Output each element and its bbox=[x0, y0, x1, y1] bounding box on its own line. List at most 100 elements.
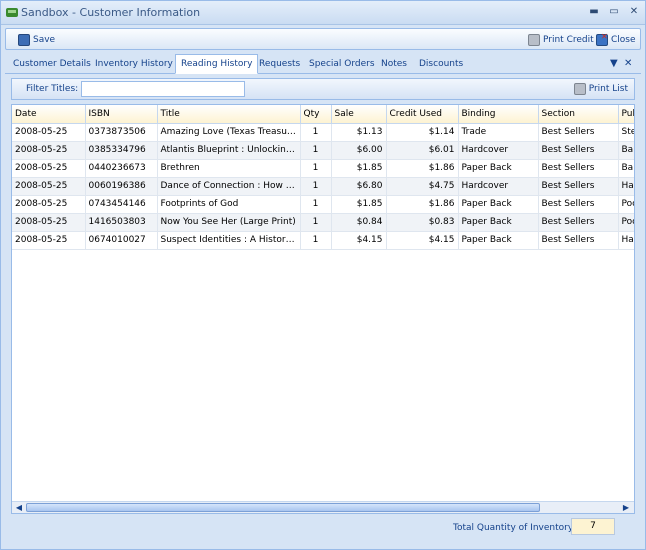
cell-qty: 1 bbox=[300, 195, 332, 214]
app-icon bbox=[6, 8, 18, 17]
print-list-label: Print List bbox=[588, 84, 628, 94]
cell-title: Dance of Connection : How to ... bbox=[157, 177, 301, 196]
cell-credit-used: $1.14 bbox=[386, 123, 459, 142]
table-row[interactable]: 2008-05-25 1416503803 Now You See Her (L… bbox=[12, 213, 634, 232]
cell-date: 2008-05-25 bbox=[12, 195, 86, 214]
cell-publisher: Bar bbox=[618, 141, 634, 160]
cell-credit-used: $6.01 bbox=[386, 141, 459, 160]
cell-credit-used: $0.83 bbox=[386, 213, 459, 232]
cell-isbn: 1416503803 bbox=[85, 213, 158, 232]
save-label: Save bbox=[33, 35, 56, 45]
cell-section: Best Sellers bbox=[538, 231, 619, 250]
print-credit-button[interactable]: Print Credit bbox=[528, 32, 594, 48]
cell-sale: $1.85 bbox=[331, 195, 387, 214]
printer-icon bbox=[573, 83, 586, 95]
tab-special-orders[interactable]: Special Orders bbox=[304, 56, 380, 74]
cell-section: Best Sellers bbox=[538, 159, 619, 178]
column-header-publisher[interactable]: Pub bbox=[618, 105, 634, 124]
customer-information-window: Sandbox - Customer Information ▬ ▭ ✕ Sav… bbox=[0, 0, 646, 550]
column-header-qty[interactable]: Qty bbox=[300, 105, 332, 124]
scroll-left-icon[interactable]: ◀ bbox=[13, 502, 25, 513]
tab-close-icon[interactable]: ✕ bbox=[624, 58, 632, 69]
column-header-title[interactable]: Title bbox=[157, 105, 301, 124]
cell-publisher: Ha bbox=[618, 177, 634, 196]
close-button[interactable]: Close bbox=[596, 32, 636, 48]
tab-customer-details[interactable]: Customer Details bbox=[8, 56, 96, 74]
cell-sale: $1.13 bbox=[331, 123, 387, 142]
cell-section: Best Sellers bbox=[538, 177, 619, 196]
cell-section: Best Sellers bbox=[538, 141, 619, 160]
cell-date: 2008-05-25 bbox=[12, 159, 86, 178]
column-header-section[interactable]: Section bbox=[538, 105, 619, 124]
cell-isbn: 0060196386 bbox=[85, 177, 158, 196]
cell-date: 2008-05-25 bbox=[12, 123, 86, 142]
filter-titles-input[interactable] bbox=[81, 81, 245, 97]
window-close-button[interactable]: ✕ bbox=[627, 5, 641, 19]
print-credit-label: Print Credit bbox=[543, 35, 594, 45]
cell-binding: Paper Back bbox=[458, 159, 539, 178]
cell-isbn: 0385334796 bbox=[85, 141, 158, 160]
cell-date: 2008-05-25 bbox=[12, 141, 86, 160]
tab-reading-history[interactable]: Reading History bbox=[175, 54, 259, 74]
save-button[interactable]: Save bbox=[18, 32, 55, 48]
cell-binding: Paper Back bbox=[458, 195, 539, 214]
cell-sale: $6.80 bbox=[331, 177, 387, 196]
filter-bar: Filter Titles: Print List bbox=[11, 78, 635, 100]
cell-credit-used: $1.86 bbox=[386, 195, 459, 214]
tab-bar: Customer Details Inventory History Readi… bbox=[5, 53, 641, 74]
cell-title: Footprints of God bbox=[157, 195, 301, 214]
minimize-button[interactable]: ▬ bbox=[587, 5, 601, 19]
cell-section: Best Sellers bbox=[538, 213, 619, 232]
cell-qty: 1 bbox=[300, 213, 332, 232]
total-quantity-value: 7 bbox=[571, 518, 615, 535]
column-header-isbn[interactable]: ISBN bbox=[85, 105, 158, 124]
cell-binding: Trade bbox=[458, 123, 539, 142]
close-label: Close bbox=[611, 35, 636, 45]
tab-inventory-history[interactable]: Inventory History bbox=[90, 56, 178, 74]
cell-publisher: Ste bbox=[618, 123, 634, 142]
table-row[interactable]: 2008-05-25 0373873506 Amazing Love (Texa… bbox=[12, 123, 634, 142]
table-row[interactable]: 2008-05-25 0743454146 Footprints of God … bbox=[12, 195, 634, 214]
title-bar: Sandbox - Customer Information ▬ ▭ ✕ bbox=[1, 1, 645, 25]
cell-publisher: Poc bbox=[618, 195, 634, 214]
filter-titles-label: Filter Titles: bbox=[26, 84, 79, 94]
cell-qty: 1 bbox=[300, 231, 332, 250]
reading-history-grid: Date ISBN Title Qty Sale Credit Used Bin… bbox=[11, 104, 635, 514]
cell-qty: 1 bbox=[300, 123, 332, 142]
tab-discounts[interactable]: Discounts bbox=[414, 56, 468, 74]
cell-date: 2008-05-25 bbox=[12, 177, 86, 196]
column-header-credit-used[interactable]: Credit Used bbox=[386, 105, 459, 124]
cell-qty: 1 bbox=[300, 141, 332, 160]
window-title: Sandbox - Customer Information bbox=[21, 6, 201, 19]
tab-requests[interactable]: Requests bbox=[254, 56, 305, 74]
tab-menu-icon[interactable]: ▼ bbox=[610, 58, 618, 69]
cell-sale: $1.85 bbox=[331, 159, 387, 178]
horizontal-scrollbar[interactable]: ◀ ▶ bbox=[12, 501, 634, 513]
tab-notes[interactable]: Notes bbox=[376, 56, 412, 74]
cell-publisher: Ha bbox=[618, 231, 634, 250]
table-row[interactable]: 2008-05-25 0440236673 Brethren 1 $1.85 $… bbox=[12, 159, 634, 178]
column-header-date[interactable]: Date bbox=[12, 105, 86, 124]
cell-section: Best Sellers bbox=[538, 123, 619, 142]
cell-title: Atlantis Blueprint : Unlocking t... bbox=[157, 141, 301, 160]
cell-isbn: 0743454146 bbox=[85, 195, 158, 214]
cell-binding: Paper Back bbox=[458, 213, 539, 232]
cell-qty: 1 bbox=[300, 159, 332, 178]
scroll-thumb[interactable] bbox=[26, 503, 540, 512]
cell-isbn: 0674010027 bbox=[85, 231, 158, 250]
cell-binding: Hardcover bbox=[458, 141, 539, 160]
print-list-button[interactable]: Print List bbox=[573, 83, 628, 95]
table-row[interactable]: 2008-05-25 0060196386 Dance of Connectio… bbox=[12, 177, 634, 196]
cell-isbn: 0440236673 bbox=[85, 159, 158, 178]
table-row[interactable]: 2008-05-25 0385334796 Atlantis Blueprint… bbox=[12, 141, 634, 160]
cell-credit-used: $4.75 bbox=[386, 177, 459, 196]
column-header-sale[interactable]: Sale bbox=[331, 105, 387, 124]
cell-section: Best Sellers bbox=[538, 195, 619, 214]
total-quantity-label: Total Quantity of Inventory: bbox=[453, 523, 576, 533]
table-row[interactable]: 2008-05-25 0674010027 Suspect Identities… bbox=[12, 231, 634, 250]
scroll-right-icon[interactable]: ▶ bbox=[620, 502, 632, 513]
cell-sale: $4.15 bbox=[331, 231, 387, 250]
column-header-binding[interactable]: Binding bbox=[458, 105, 539, 124]
cell-publisher: Bar bbox=[618, 159, 634, 178]
maximize-button[interactable]: ▭ bbox=[607, 5, 621, 19]
